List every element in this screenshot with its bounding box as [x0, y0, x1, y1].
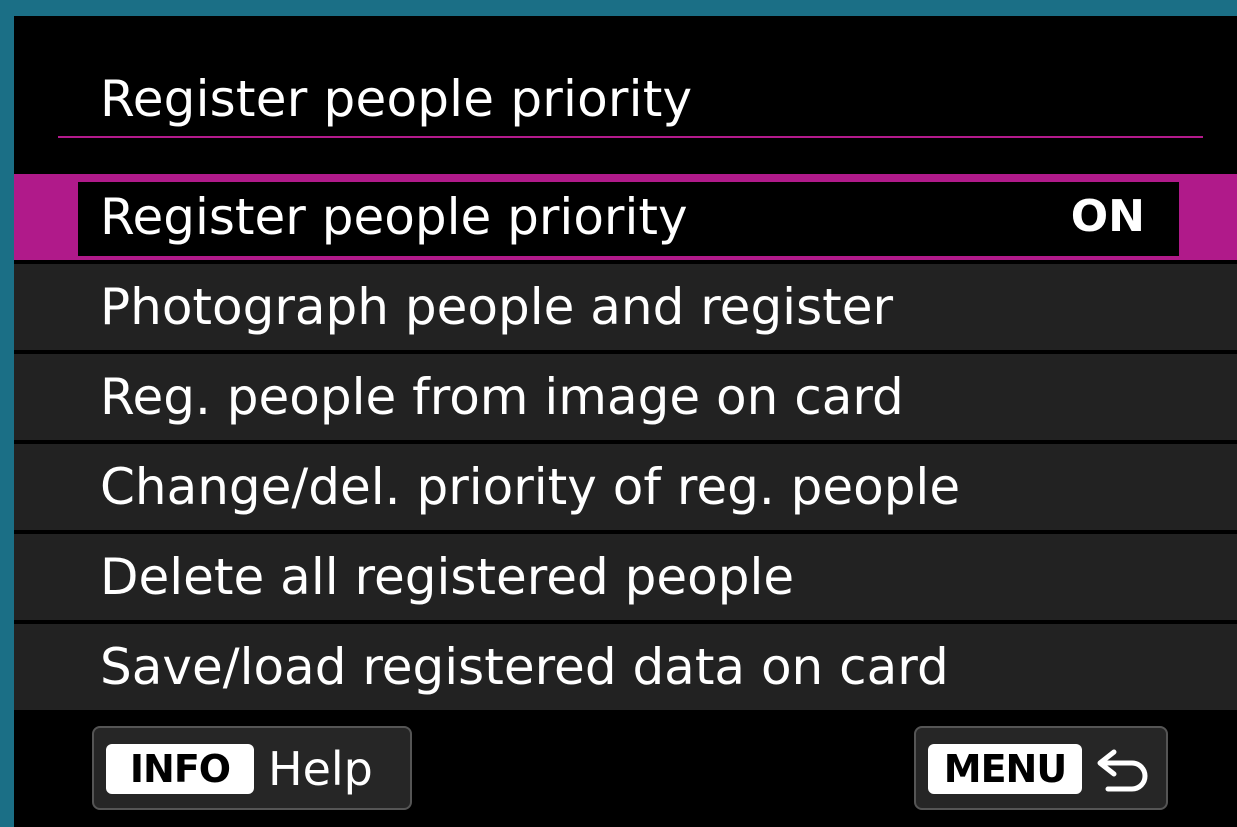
menu-item-value: ON — [1070, 191, 1145, 242]
info-key: INFO — [106, 744, 254, 794]
info-help-button[interactable]: INFO Help — [92, 726, 412, 810]
help-label: Help — [268, 742, 373, 796]
menu-item-label: Photograph people and register — [100, 278, 894, 336]
title-divider — [58, 136, 1203, 138]
menu-item-change-priority[interactable]: Change/del. priority of reg. people — [14, 444, 1237, 530]
return-arrow-icon — [1097, 749, 1148, 792]
menu-back-button[interactable]: MENU — [914, 726, 1168, 810]
menu-key: MENU — [928, 744, 1082, 794]
page-title: Register people priority — [100, 70, 693, 128]
menu-item-photograph-people[interactable]: Photograph people and register — [14, 264, 1237, 350]
menu-item-reg-from-image[interactable]: Reg. people from image on card — [14, 354, 1237, 440]
menu-item-delete-all[interactable]: Delete all registered people — [14, 534, 1237, 620]
menu-item-register-people-priority[interactable]: Register people priority ON — [14, 174, 1237, 260]
menu-item-label: Register people priority — [100, 188, 688, 246]
menu-item-save-load[interactable]: Save/load registered data on card — [14, 624, 1237, 710]
settings-menu: Register people priority ON Photograph p… — [14, 174, 1237, 714]
menu-item-label: Reg. people from image on card — [100, 368, 904, 426]
menu-item-label: Save/load registered data on card — [100, 638, 949, 696]
menu-item-label: Delete all registered people — [100, 548, 795, 606]
camera-menu-screen: Register people priority Register people… — [14, 16, 1237, 827]
menu-item-label: Change/del. priority of reg. people — [100, 458, 961, 516]
